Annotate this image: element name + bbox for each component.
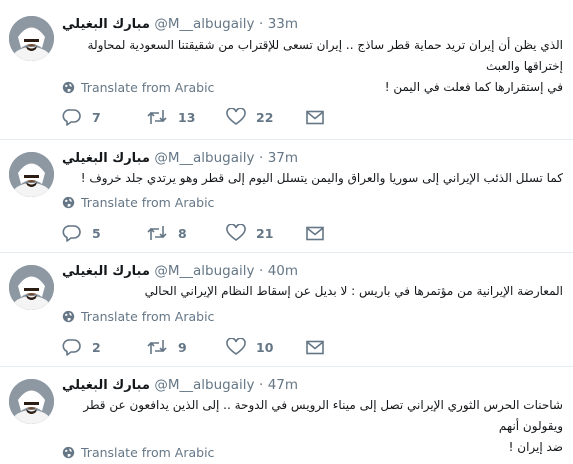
tweet-feed: مبارك البغيلي @M__albugaily · 33m الذي ي… xyxy=(0,0,573,464)
tweet-text-line: شاحنات الحرس الثوري الإيراني تصل إلى مين… xyxy=(83,398,563,433)
direct-message-button[interactable] xyxy=(306,340,326,355)
tweet-timestamp[interactable]: 33m xyxy=(268,16,298,32)
translate-label[interactable]: Translate from Arabic xyxy=(81,80,214,95)
author-handle[interactable]: @M__albugaily xyxy=(154,150,254,166)
retweet-icon xyxy=(147,226,167,240)
retweet-icon xyxy=(147,340,167,354)
tweet-header: مبارك البغيلي @M__albugaily · 40m xyxy=(62,262,565,280)
translate-link[interactable]: Translate from Arabic xyxy=(62,78,214,96)
separator-dot: · xyxy=(258,16,264,32)
retweet-button[interactable]: 9 xyxy=(146,338,226,356)
globe-icon xyxy=(62,446,75,458)
tweet-text: كما تسلل الذئب الإيراني إلى سوريا والعرا… xyxy=(62,168,563,189)
tweet-text-line: كما تسلل الذئب الإيراني إلى سوريا والعرا… xyxy=(80,171,563,185)
retweet-count: 9 xyxy=(178,339,187,355)
reply-count: 7 xyxy=(92,109,101,125)
author-name[interactable]: مبارك البغيلي xyxy=(62,264,150,279)
translate-link[interactable]: Translate from Arabic xyxy=(62,307,214,325)
envelope-icon xyxy=(306,226,324,240)
separator-dot: · xyxy=(258,377,264,393)
like-count: 22 xyxy=(256,109,274,125)
like-count: 21 xyxy=(256,225,274,241)
like-button[interactable]: 21 xyxy=(226,224,306,242)
reply-icon xyxy=(62,109,81,126)
tweet[interactable]: مبارك البغيلي @M__albugaily · 37m كما تس… xyxy=(0,140,573,253)
tweet-timestamp[interactable]: 47m xyxy=(268,377,298,393)
like-button[interactable]: 22 xyxy=(226,108,306,126)
like-button[interactable]: 10 xyxy=(226,338,306,356)
envelope-icon xyxy=(306,110,324,124)
retweet-count: 13 xyxy=(178,109,196,125)
tweet-timestamp[interactable]: 37m xyxy=(268,150,298,166)
reply-icon xyxy=(62,339,81,356)
avatar[interactable] xyxy=(9,265,54,310)
reply-button[interactable]: 2 xyxy=(62,338,146,356)
author-name[interactable]: مبارك البغيلي xyxy=(62,17,150,32)
tweet-text: المعارضة الإيرانية من مؤتمرها في باريس :… xyxy=(62,281,563,302)
tweet-text-line: الذي يظن أن إيران تريد حماية قطر ساذج ..… xyxy=(87,38,563,73)
author-name[interactable]: مبارك البغيلي xyxy=(62,151,150,166)
reply-button[interactable]: 7 xyxy=(62,108,146,126)
direct-message-button[interactable] xyxy=(306,226,326,241)
avatar[interactable] xyxy=(9,379,54,424)
heart-icon xyxy=(226,338,246,355)
reply-icon xyxy=(62,225,81,242)
tweet-timestamp[interactable]: 40m xyxy=(268,263,298,279)
translate-label[interactable]: Translate from Arabic xyxy=(81,309,214,324)
author-handle[interactable]: @M__albugaily xyxy=(154,377,254,393)
tweet-actions: 7 13 22 xyxy=(62,107,326,127)
like-count: 10 xyxy=(256,339,274,355)
tweet[interactable]: مبارك البغيلي @M__albugaily · 40m المعار… xyxy=(0,253,573,367)
avatar[interactable] xyxy=(9,16,54,61)
tweet-text-line: المعارضة الإيرانية من مؤتمرها في باريس :… xyxy=(144,284,563,298)
envelope-icon xyxy=(306,340,324,354)
globe-icon xyxy=(62,196,75,208)
author-name[interactable]: مبارك البغيلي xyxy=(62,378,150,393)
retweet-icon xyxy=(147,110,167,124)
tweet-header: مبارك البغيلي @M__albugaily · 47m xyxy=(62,376,565,394)
tweet-header: مبارك البغيلي @M__albugaily · 33m xyxy=(62,15,565,33)
translate-link[interactable]: Translate from Arabic xyxy=(62,193,214,211)
globe-icon xyxy=(62,310,75,322)
tweet-actions: 2 9 10 xyxy=(62,337,326,357)
tweet-actions: 5 8 21 xyxy=(62,223,326,243)
retweet-button[interactable]: 13 xyxy=(146,108,226,126)
avatar[interactable] xyxy=(9,152,54,197)
tweet[interactable]: مبارك البغيلي @M__albugaily · 33m الذي ي… xyxy=(0,0,573,140)
separator-dot: · xyxy=(258,150,264,166)
heart-icon xyxy=(226,224,246,241)
author-handle[interactable]: @M__albugaily xyxy=(154,16,254,32)
globe-icon xyxy=(62,81,75,93)
reply-count: 5 xyxy=(92,225,101,241)
translate-label[interactable]: Translate from Arabic xyxy=(81,195,214,210)
separator-dot: · xyxy=(258,263,264,279)
author-handle[interactable]: @M__albugaily xyxy=(154,263,254,279)
heart-icon xyxy=(226,108,246,125)
retweet-button[interactable]: 8 xyxy=(146,224,226,242)
direct-message-button[interactable] xyxy=(306,110,326,125)
tweet-header: مبارك البغيلي @M__albugaily · 37m xyxy=(62,149,565,167)
translate-label[interactable]: Translate from Arabic xyxy=(81,445,214,460)
tweet[interactable]: مبارك البغيلي @M__albugaily · 47m شاحنات… xyxy=(0,367,573,464)
translate-link[interactable]: Translate from Arabic xyxy=(62,443,214,461)
reply-count: 2 xyxy=(92,339,101,355)
reply-button[interactable]: 5 xyxy=(62,224,146,242)
retweet-count: 8 xyxy=(178,225,187,241)
